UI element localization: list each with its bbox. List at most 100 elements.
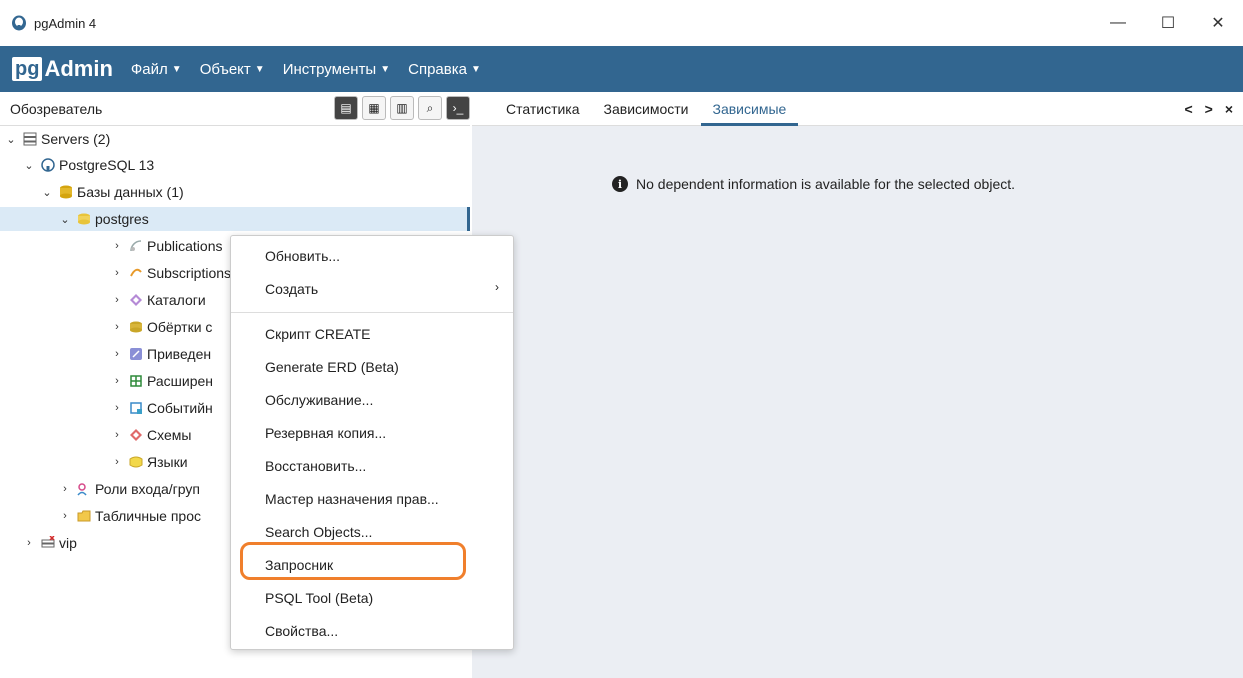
menu-item-psql-tool[interactable]: PSQL Tool (Beta) <box>265 588 373 608</box>
tree-label: Publications <box>147 238 223 254</box>
menu-item-restore[interactable]: Восстановить... <box>265 456 366 476</box>
chevron-down-icon: ▼ <box>171 63 182 75</box>
menu-item-generate-erd[interactable]: Generate ERD (Beta) <box>265 357 399 377</box>
tree-item-extensions[interactable]: › Расширен <box>110 369 213 393</box>
close-button[interactable]: ✕ <box>1193 0 1243 46</box>
tree-item-fdw[interactable]: › Обёртки с <box>110 315 212 339</box>
chevron-down-icon[interactable]: ⌄ <box>40 186 54 199</box>
filter-table-icon[interactable]: ▥ <box>390 96 414 120</box>
annotation-highlight-ring <box>240 542 466 580</box>
menu-item-refresh[interactable]: Обновить... <box>265 246 340 266</box>
chevron-right-icon[interactable]: › <box>22 537 36 549</box>
tab-dependencies[interactable]: Зависимости <box>592 92 701 126</box>
postgres-elephant-icon <box>12 15 26 31</box>
menu-tools-label: Инструменты <box>282 60 377 78</box>
tree-item-tablespaces[interactable]: › Табличные прос <box>58 504 201 528</box>
tree-item-casts[interactable]: › Приведен <box>110 342 211 366</box>
browser-header: Обозреватель ▤ ▦ ▥ ⌕ ›_ <box>0 92 470 126</box>
menu-tools[interactable]: Инструменты ▼ <box>283 61 390 78</box>
tree-label: Схемы <box>147 427 192 443</box>
tree-label: Servers (2) <box>41 131 111 147</box>
menu-object-label: Объект <box>199 60 251 78</box>
tree-label: Subscriptions <box>147 265 232 281</box>
tree-item-schemas[interactable]: › Схемы <box>110 423 191 447</box>
chevron-right-icon[interactable]: › <box>110 267 124 279</box>
menu-item-backup[interactable]: Резервная копия... <box>265 423 386 443</box>
terminal-icon[interactable]: ›_ <box>446 96 470 120</box>
menu-item-create-script[interactable]: Скрипт CREATE <box>265 324 370 344</box>
properties-panel: Статистика Зависимости Зависимые < > × i… <box>472 92 1243 678</box>
tab-statistics[interactable]: Статистика <box>494 92 592 126</box>
info-icon: i <box>612 176 628 192</box>
databases-icon <box>58 184 74 200</box>
cast-icon <box>128 346 144 362</box>
close-icon[interactable]: × <box>1225 101 1233 117</box>
tab-navigation: < > × <box>1184 92 1233 126</box>
menu-help[interactable]: Справка ▼ <box>408 61 481 78</box>
menu-object[interactable]: Объект ▼ <box>200 61 265 78</box>
tree-item-roles[interactable]: › Роли входа/груп <box>58 477 200 501</box>
logo-pg: pg <box>12 57 43 81</box>
menu-item-create[interactable]: Создать <box>265 279 505 299</box>
chevron-down-icon[interactable]: ⌄ <box>4 133 18 146</box>
context-menu: Обновить... Создать › Скрипт CREATE Gene… <box>230 235 514 650</box>
chevron-right-icon[interactable]: › <box>110 402 124 414</box>
chevron-right-icon[interactable]: › <box>110 456 124 468</box>
maximize-button[interactable]: ☐ <box>1143 0 1193 46</box>
tab-dependents[interactable]: Зависимые <box>700 92 799 126</box>
window-title: pgAdmin 4 <box>34 15 97 31</box>
tree-item-event-triggers[interactable]: › Событийн <box>110 396 213 420</box>
servers-icon <box>22 131 38 147</box>
tree-label: Каталоги <box>147 292 206 308</box>
tree-label: Табличные прос <box>95 508 202 524</box>
table-view-icon[interactable]: ▦ <box>362 96 386 120</box>
menu-item-grant-wizard[interactable]: Мастер назначения прав... <box>265 489 439 509</box>
chevron-right-icon[interactable]: › <box>110 321 124 333</box>
chevron-down-icon[interactable]: ⌄ <box>22 159 36 172</box>
tree-item-vip[interactable]: › vip <box>22 531 77 555</box>
menu-item-maintenance[interactable]: Обслуживание... <box>265 390 373 410</box>
roles-icon <box>76 481 92 497</box>
publication-icon <box>128 238 144 254</box>
window-controls: — ☐ ✕ <box>1093 0 1243 46</box>
pgadmin-logo: pg Admin <box>12 54 113 84</box>
tree-item-publications[interactable]: › Publications <box>110 234 223 258</box>
tree-label: PostgreSQL 13 <box>59 157 155 173</box>
tree-label: Базы данных (1) <box>77 184 184 200</box>
tree-label: Обёртки с <box>147 319 213 335</box>
tree-item-databases[interactable]: ⌄ Базы данных (1) <box>40 180 184 204</box>
chevron-left-icon[interactable]: < <box>1184 101 1192 117</box>
chevron-right-icon[interactable]: > <box>1205 101 1213 117</box>
chevron-down-icon[interactable]: ⌄ <box>58 213 72 226</box>
chevron-right-icon[interactable]: › <box>110 294 124 306</box>
chevron-right-icon[interactable]: › <box>110 429 124 441</box>
chevron-right-icon[interactable]: › <box>110 240 124 252</box>
tree-item-servers[interactable]: ⌄ Servers (2) <box>4 127 110 151</box>
search-icon[interactable]: ⌕ <box>418 96 442 120</box>
server-disconnected-icon <box>40 535 56 551</box>
minimize-button[interactable]: — <box>1093 0 1143 46</box>
chevron-right-icon: › <box>495 280 499 294</box>
menu-file[interactable]: Файл ▼ <box>131 61 182 78</box>
menu-item-properties[interactable]: Свойства... <box>265 621 338 641</box>
chevron-down-icon: ▼ <box>380 63 391 75</box>
tree-item-catalogs[interactable]: › Каталоги <box>110 288 206 312</box>
menu-item-search-objects[interactable]: Search Objects... <box>265 522 372 542</box>
chevron-right-icon[interactable]: › <box>58 483 72 495</box>
chevron-right-icon[interactable]: › <box>58 510 72 522</box>
chevron-down-icon: ▼ <box>254 63 265 75</box>
browser-title: Обозреватель <box>10 100 103 117</box>
chevron-right-icon[interactable]: › <box>110 348 124 360</box>
tree-item-postgres[interactable]: ⌄ postgres <box>58 207 148 231</box>
chevron-down-icon: ▼ <box>470 63 481 75</box>
tree-item-subscriptions[interactable]: › Subscriptions <box>110 261 231 285</box>
database-icon <box>76 211 92 227</box>
browser-toolbar: ▤ ▦ ▥ ⌕ ›_ <box>334 96 470 120</box>
tree-item-languages[interactable]: › Языки <box>110 450 188 474</box>
tree-item-postgresql13[interactable]: ⌄ PostgreSQL 13 <box>22 153 154 177</box>
chevron-right-icon[interactable]: › <box>110 375 124 387</box>
tree-label: Языки <box>147 454 188 470</box>
menu-item-create-label: Создать <box>265 281 319 297</box>
database-icon[interactable]: ▤ <box>334 96 358 120</box>
catalog-icon <box>128 292 144 308</box>
